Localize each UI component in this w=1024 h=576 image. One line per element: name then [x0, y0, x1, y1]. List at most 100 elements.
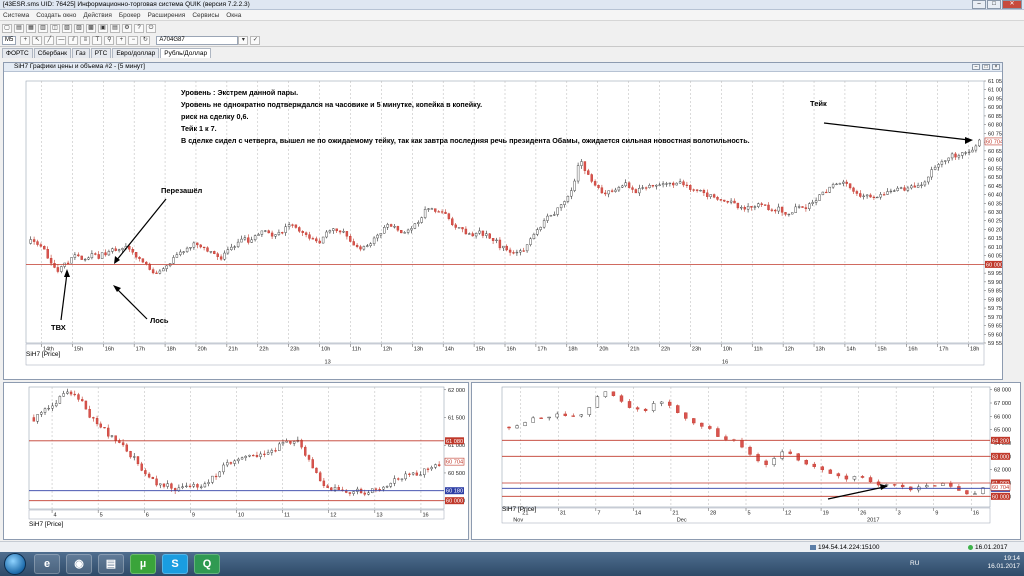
candle: [175, 254, 179, 258]
dropdown-icon[interactable]: ▾: [238, 35, 249, 45]
candle: [964, 152, 967, 154]
hourly-price-chart[interactable]: 62 00061 50061 00060 50060 0004569101112…: [4, 383, 468, 539]
candle: [658, 184, 661, 186]
x-tick-label: 16h: [908, 347, 917, 353]
y-tick-label: 61 000: [988, 88, 1002, 94]
y-tick-label: 60 900: [988, 105, 1002, 111]
maximize-button[interactable]: □: [987, 0, 1001, 9]
candle: [376, 234, 379, 239]
candle: [736, 202, 740, 209]
daily-chart-window: 68 00067 00066 00065 00064 00063 00062 0…: [471, 382, 1021, 540]
candle: [603, 391, 608, 397]
fibo-icon[interactable]: ≡: [80, 35, 91, 45]
chart-minimize-button[interactable]: –: [972, 64, 980, 70]
order-icon[interactable]: ◫: [50, 23, 60, 33]
close-button[interactable]: ✕: [1002, 0, 1022, 9]
candle: [505, 245, 508, 251]
tab-sberbank[interactable]: Сбербанк: [33, 48, 71, 58]
new-icon[interactable]: ▢: [2, 23, 12, 33]
tab-forts[interactable]: ФОРТС: [2, 48, 33, 58]
explorer-icon[interactable]: ▤: [98, 554, 124, 574]
menu-actions[interactable]: Действия: [83, 12, 111, 19]
quote-icon[interactable]: ▧: [62, 23, 72, 33]
candle: [274, 234, 277, 237]
print-icon[interactable]: ▤: [110, 23, 120, 33]
menu-services[interactable]: Сервисы: [192, 12, 219, 19]
help-icon[interactable]: ?: [134, 23, 144, 33]
torrent-icon[interactable]: µ: [130, 554, 156, 574]
x-tick-label: 16h: [105, 347, 114, 353]
candle: [668, 182, 672, 185]
tab-rts[interactable]: РТС: [90, 48, 112, 58]
instrument-field[interactable]: A704G87: [156, 35, 239, 45]
crosshair-icon[interactable]: +: [20, 35, 31, 45]
zoom-in-icon[interactable]: +: [116, 35, 127, 45]
candle: [549, 215, 553, 217]
daily-series-label: SiH7 [Price]: [502, 506, 537, 513]
candle: [363, 492, 366, 495]
candle: [590, 174, 593, 182]
candle: [661, 183, 665, 186]
line-icon[interactable]: ╱: [44, 35, 55, 45]
menu-extensions[interactable]: Расширения: [148, 12, 186, 19]
daily-price-chart[interactable]: 68 00067 00066 00065 00064 00063 00062 0…: [472, 383, 1020, 539]
zoom-icon[interactable]: ⚲: [104, 35, 115, 45]
text-icon[interactable]: T: [92, 35, 103, 45]
trade-icon[interactable]: ▨: [74, 23, 84, 33]
zoom-out-icon[interactable]: −: [128, 35, 139, 45]
candle: [719, 199, 723, 201]
x-tick-label: 5: [748, 511, 751, 517]
chart-close-button[interactable]: ×: [992, 64, 1000, 70]
menu-windows[interactable]: Окна: [226, 12, 241, 19]
candle: [708, 426, 712, 429]
candle: [468, 233, 471, 235]
candle: [92, 417, 95, 419]
candle: [777, 206, 780, 212]
refresh-icon[interactable]: ↻: [140, 35, 151, 45]
apply-icon[interactable]: ✓: [250, 35, 261, 45]
tab-eurusd[interactable]: Евро/доллар: [112, 48, 160, 58]
tab-rubusd[interactable]: Рубль/Доллар: [160, 48, 212, 58]
portfolio-icon[interactable]: ▩: [86, 23, 96, 33]
ie-icon[interactable]: e: [34, 554, 60, 574]
main-price-chart[interactable]: 61 050 61 000 60 950 60 900 60 850 60 800 60 7…: [4, 73, 1002, 379]
candle: [223, 252, 226, 260]
candle: [383, 227, 386, 234]
clock[interactable]: 19:14 16.01.2017: [987, 555, 1020, 571]
candle: [869, 194, 872, 198]
candle: [437, 464, 441, 467]
candle: [812, 463, 816, 467]
tab-gas[interactable]: Газ: [71, 48, 90, 58]
chart-icon[interactable]: ▥: [38, 23, 48, 33]
candle: [892, 484, 897, 486]
menu-system[interactable]: Система: [3, 12, 29, 19]
start-button[interactable]: [4, 553, 26, 575]
candle: [166, 483, 169, 487]
chart-maximize-button[interactable]: □: [982, 64, 990, 70]
table-icon[interactable]: ▦: [26, 23, 36, 33]
candle: [756, 454, 760, 462]
candle: [672, 182, 675, 186]
language-indicator[interactable]: RU: [910, 560, 919, 567]
filter-icon[interactable]: ▣: [98, 23, 108, 33]
candle: [644, 187, 648, 189]
open-icon[interactable]: ▤: [14, 23, 24, 33]
minimize-button[interactable]: –: [972, 0, 986, 9]
hline-icon[interactable]: —: [56, 35, 67, 45]
candle: [729, 200, 733, 203]
candle: [177, 487, 181, 491]
menu-broker[interactable]: Брокер: [119, 12, 141, 19]
cursor-icon[interactable]: ↖: [32, 35, 43, 45]
exit-icon[interactable]: ⏻: [146, 23, 156, 33]
main-series-label: SiH7 [Price]: [26, 351, 61, 358]
quik-icon[interactable]: Q: [194, 554, 220, 574]
menu-create-window[interactable]: Создать окно: [36, 12, 76, 19]
skype-icon[interactable]: S: [162, 554, 188, 574]
candle: [529, 238, 532, 245]
y-tick-label: 60 550: [988, 166, 1002, 172]
chrome-icon[interactable]: ◉: [66, 554, 92, 574]
interval-select[interactable]: M5: [2, 35, 17, 45]
candle: [974, 145, 978, 151]
settings-icon[interactable]: ⚙: [122, 23, 132, 33]
channel-icon[interactable]: ⫽: [68, 35, 79, 45]
